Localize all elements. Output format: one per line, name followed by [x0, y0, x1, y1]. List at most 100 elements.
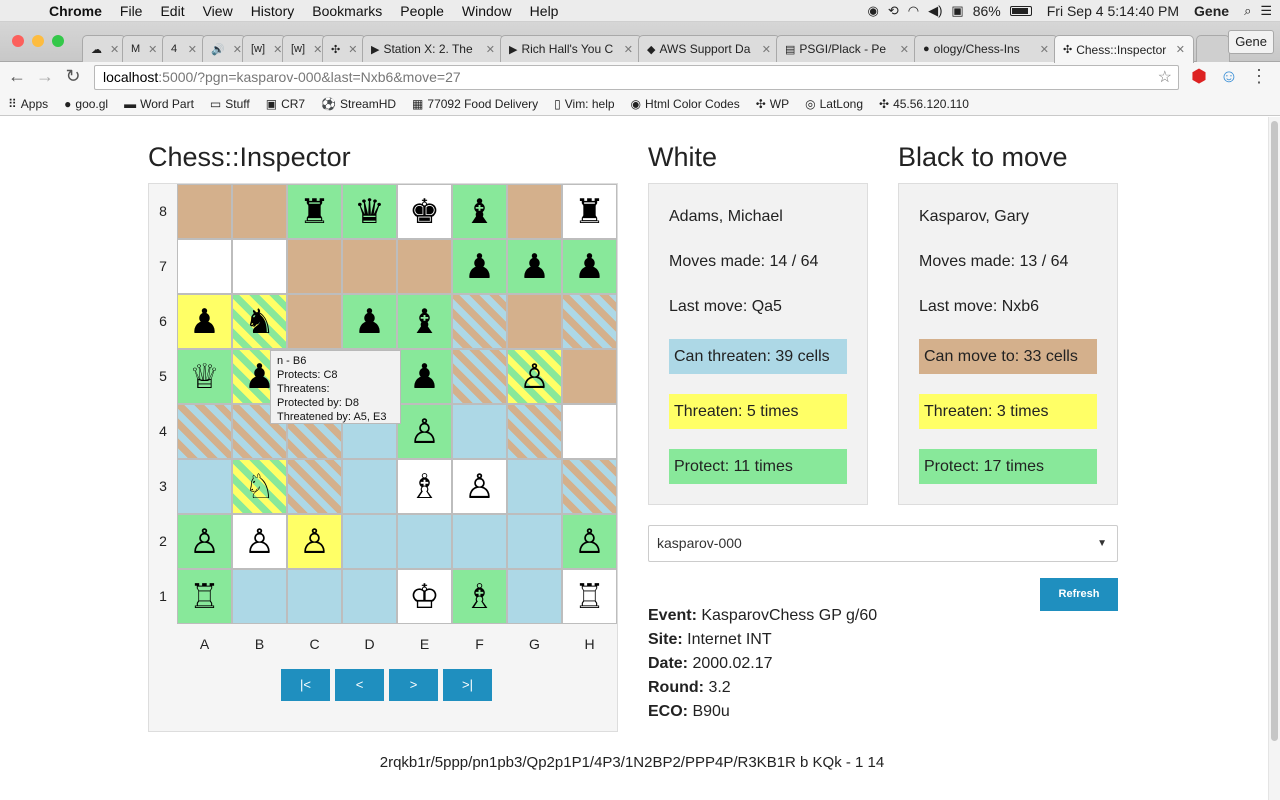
- chess-piece-icon[interactable]: ♖: [571, 578, 609, 616]
- tab-close-icon[interactable]: ✕: [313, 43, 322, 56]
- next-move-button[interactable]: >: [389, 669, 438, 701]
- tab-close-icon[interactable]: ✕: [1040, 43, 1049, 56]
- board-square-c1[interactable]: [287, 569, 342, 624]
- ghostery-extension-icon[interactable]: ☺: [1218, 66, 1240, 87]
- tab-close-icon[interactable]: ✕: [1176, 43, 1185, 56]
- browser-tab[interactable]: M ✕: [122, 35, 166, 62]
- tab-close-icon[interactable]: ✕: [188, 43, 197, 56]
- menu-people[interactable]: People: [391, 3, 453, 19]
- bookmark-item[interactable]: ▬ Word Part: [124, 97, 194, 111]
- browser-tab[interactable]: ▶ Station X: 2. The ✕: [362, 35, 504, 62]
- tab-close-icon[interactable]: ✕: [273, 43, 282, 56]
- board-square-f8[interactable]: ♝: [452, 184, 507, 239]
- board-square-e8[interactable]: ♚: [397, 184, 452, 239]
- board-square-b2[interactable]: ♙: [232, 514, 287, 569]
- board-square-h3[interactable]: [562, 459, 617, 514]
- bookmark-item[interactable]: ▭ Stuff: [210, 97, 250, 111]
- vertical-scrollbar[interactable]: [1268, 117, 1280, 800]
- browser-tab[interactable]: 4 ✕: [162, 35, 206, 62]
- minimize-window-button[interactable]: [32, 35, 44, 47]
- chess-piece-icon[interactable]: ♙: [571, 523, 609, 561]
- app-menu[interactable]: Chrome: [40, 3, 111, 19]
- zoom-window-button[interactable]: [52, 35, 64, 47]
- board-square-e6[interactable]: ♝: [397, 294, 452, 349]
- new-tab-button[interactable]: [1196, 35, 1230, 62]
- bookmark-item[interactable]: ⚽ StreamHD: [321, 97, 396, 111]
- chess-piece-icon[interactable]: ♜: [296, 193, 334, 231]
- chess-piece-icon[interactable]: ♟: [461, 248, 499, 286]
- board-square-b3[interactable]: ♘: [232, 459, 287, 514]
- board-square-d7[interactable]: [342, 239, 397, 294]
- browser-tab[interactable]: ▶ Rich Hall's You C ✕: [500, 35, 642, 62]
- bookmark-item[interactable]: ⠿ Apps: [8, 97, 48, 111]
- board-square-d6[interactable]: ♟: [342, 294, 397, 349]
- chess-piece-icon[interactable]: ♟: [351, 303, 389, 341]
- bookmark-item[interactable]: ◎ LatLong: [805, 97, 863, 111]
- bookmark-item[interactable]: ▣ CR7: [266, 97, 305, 111]
- board-square-g1[interactable]: [507, 569, 562, 624]
- board-square-e2[interactable]: [397, 514, 452, 569]
- menu-history[interactable]: History: [242, 3, 304, 19]
- board-square-h8[interactable]: ♜: [562, 184, 617, 239]
- chess-piece-icon[interactable]: ♟: [571, 248, 609, 286]
- chess-piece-icon[interactable]: ♙: [406, 413, 444, 451]
- menu-edit[interactable]: Edit: [151, 3, 193, 19]
- board-square-e1[interactable]: ♔: [397, 569, 452, 624]
- tab-close-icon[interactable]: ✕: [624, 43, 633, 56]
- bookmark-item[interactable]: ✣ 45.56.120.110: [879, 97, 969, 111]
- board-square-d8[interactable]: ♛: [342, 184, 397, 239]
- board-square-f6[interactable]: [452, 294, 507, 349]
- chess-piece-icon[interactable]: ♜: [571, 193, 609, 231]
- board-square-h2[interactable]: ♙: [562, 514, 617, 569]
- chrome-menu-icon[interactable]: ⋮: [1248, 66, 1270, 87]
- address-bar[interactable]: localhost:5000/?pgn=kasparov-000&last=Nx…: [94, 65, 1179, 90]
- board-square-c2[interactable]: ♙: [287, 514, 342, 569]
- last-move-button[interactable]: >|: [443, 669, 492, 701]
- board-square-c6[interactable]: [287, 294, 342, 349]
- tab-close-icon[interactable]: ✕: [233, 43, 242, 56]
- board-square-e4[interactable]: ♙: [397, 404, 452, 459]
- user-name[interactable]: Gene: [1194, 3, 1229, 19]
- chess-piece-icon[interactable]: ♟: [406, 358, 444, 396]
- board-square-e3[interactable]: ♗: [397, 459, 452, 514]
- browser-tab[interactable]: ✣ Chess::Inspector ✕: [1054, 35, 1194, 63]
- clock[interactable]: Fri Sep 4 5:14:40 PM: [1047, 3, 1179, 19]
- chess-piece-icon[interactable]: ♙: [516, 358, 554, 396]
- chess-piece-icon[interactable]: ♝: [461, 193, 499, 231]
- board-square-e5[interactable]: ♟: [397, 349, 452, 404]
- first-move-button[interactable]: |<: [281, 669, 330, 701]
- chess-piece-icon[interactable]: ♘: [241, 468, 279, 506]
- volume-icon[interactable]: ◀): [928, 3, 942, 19]
- board-square-a2[interactable]: ♙: [177, 514, 232, 569]
- browser-tab[interactable]: [w] ✕: [242, 35, 286, 62]
- board-square-e7[interactable]: [397, 239, 452, 294]
- chess-piece-icon[interactable]: ♙: [186, 523, 224, 561]
- tab-close-icon[interactable]: ✕: [148, 43, 157, 56]
- board-square-g6[interactable]: [507, 294, 562, 349]
- board-square-a8[interactable]: [177, 184, 232, 239]
- time-machine-icon[interactable]: ⟲: [888, 3, 899, 19]
- board-square-a1[interactable]: ♖: [177, 569, 232, 624]
- board-square-g7[interactable]: ♟: [507, 239, 562, 294]
- board-square-a7[interactable]: [177, 239, 232, 294]
- chess-piece-icon[interactable]: ♞: [241, 303, 279, 341]
- chess-piece-icon[interactable]: ♟: [186, 303, 224, 341]
- menu-help[interactable]: Help: [521, 3, 568, 19]
- board-square-f7[interactable]: ♟: [452, 239, 507, 294]
- chess-piece-icon[interactable]: ♟: [516, 248, 554, 286]
- tab-close-icon[interactable]: ✕: [762, 43, 771, 56]
- browser-tab[interactable]: ▤ PSGI/Plack - Pe ✕: [776, 35, 918, 62]
- browser-tab[interactable]: 🔊 ✕: [202, 35, 246, 62]
- board-square-g5[interactable]: ♙: [507, 349, 562, 404]
- board-square-d2[interactable]: [342, 514, 397, 569]
- bookmark-item[interactable]: ◉ Html Color Codes: [631, 97, 740, 111]
- chess-piece-icon[interactable]: ♛: [351, 193, 389, 231]
- board-square-h4[interactable]: [562, 404, 617, 459]
- menu-bookmarks[interactable]: Bookmarks: [303, 3, 391, 19]
- menu-window[interactable]: Window: [453, 3, 521, 19]
- board-square-h7[interactable]: ♟: [562, 239, 617, 294]
- board-square-f1[interactable]: ♗: [452, 569, 507, 624]
- menu-file[interactable]: File: [111, 3, 152, 19]
- battery-icon[interactable]: [1009, 6, 1032, 16]
- browser-tab[interactable]: ☁ ✕: [82, 35, 126, 62]
